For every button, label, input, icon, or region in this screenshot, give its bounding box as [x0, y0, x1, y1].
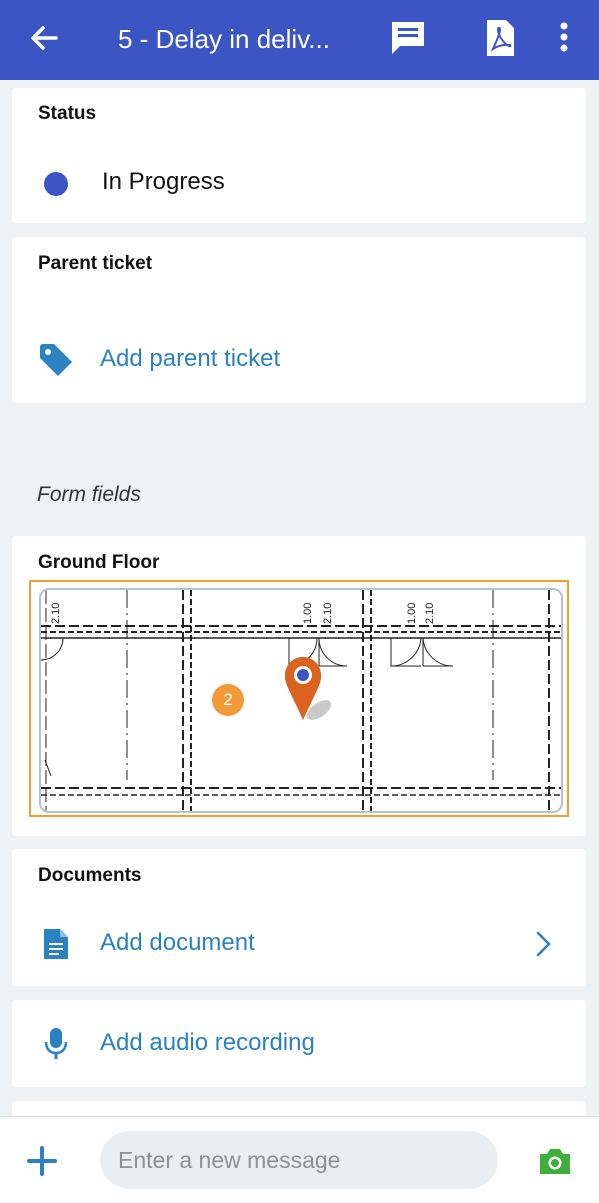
marker-count-badge[interactable]: 2 [212, 684, 244, 716]
add-parent-ticket-link[interactable]: Add parent ticket [100, 345, 280, 373]
add-audio-recording-link[interactable]: Add audio recording [100, 1029, 315, 1057]
message-composer [0, 1116, 599, 1203]
pdf-icon[interactable] [480, 18, 520, 58]
status-heading: Status [38, 103, 97, 124]
status-card: Status In Progress [12, 88, 586, 223]
status-value[interactable]: In Progress [102, 168, 225, 196]
dimension-label: 1.00 [406, 603, 418, 624]
parent-ticket-card: Parent ticket Add parent ticket [12, 237, 586, 403]
dimension-label: 2.10 [322, 603, 334, 624]
parent-ticket-heading: Parent ticket [38, 253, 153, 274]
ticket-title: 5 - Delay in deliv... [118, 24, 330, 54]
map-pin-icon[interactable] [285, 657, 334, 724]
floor-plan-frame[interactable]: 2.10 1.00 2.10 1.00 2.10 [29, 580, 569, 817]
floor-plan-drawing: 2.10 1.00 2.10 1.00 2.10 [41, 590, 561, 811]
floor-plan-image[interactable]: 2.10 1.00 2.10 1.00 2.10 [39, 588, 563, 813]
status-indicator-icon [44, 172, 68, 196]
chevron-right-icon[interactable] [532, 929, 554, 959]
camera-icon[interactable] [538, 1145, 572, 1177]
back-arrow-icon[interactable] [26, 20, 62, 56]
audio-card: Add audio recording [12, 1000, 586, 1087]
documents-card: Documents Add document [12, 849, 586, 986]
tag-icon [40, 344, 72, 376]
document-icon [44, 929, 68, 959]
form-fields-label: Form fields [37, 483, 141, 506]
dimension-label: 2.10 [424, 603, 436, 624]
app-bar: 5 - Delay in deliv... [0, 0, 599, 80]
message-input[interactable] [100, 1131, 498, 1189]
documents-heading: Documents [38, 865, 142, 886]
comment-icon[interactable] [388, 18, 428, 58]
plus-icon[interactable] [26, 1145, 58, 1177]
dimension-label: 2.10 [50, 603, 62, 624]
dimension-label: 1.00 [302, 603, 314, 624]
add-document-link[interactable]: Add document [100, 929, 255, 957]
microphone-icon [44, 1028, 68, 1059]
floor-plan-card: Ground Floor 2.10 1.00 2.10 1.00 2.10 [12, 536, 586, 836]
floor-plan-heading: Ground Floor [38, 552, 160, 573]
more-vertical-icon[interactable] [546, 18, 586, 58]
